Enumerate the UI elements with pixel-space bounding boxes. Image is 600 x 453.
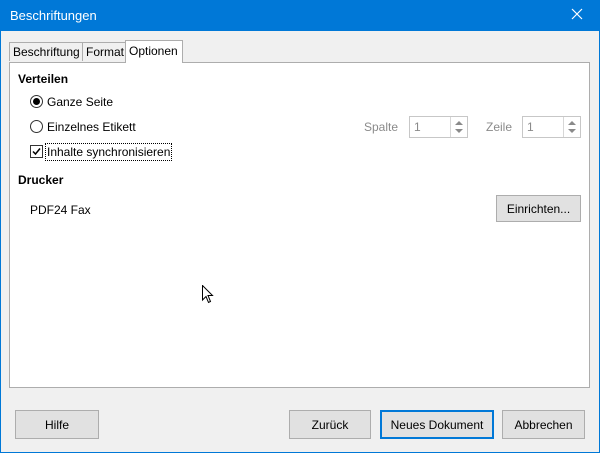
label-einzelnes-etikett: Einzelnes Etikett (47, 120, 136, 134)
section-heading-verteilen: Verteilen (18, 72, 69, 86)
button-label: Neues Dokument (390, 417, 484, 432)
button-label: Abbrechen (514, 417, 573, 432)
close-button[interactable] (554, 0, 600, 31)
label-inhalte-synchronisieren: Inhalte synchronisieren (45, 143, 173, 161)
hilfe-button[interactable]: Hilfe (15, 410, 99, 439)
abbrechen-button[interactable]: Abbrechen (502, 410, 585, 439)
spalte-stepper[interactable]: 1 (409, 116, 468, 138)
radio-ganze-seite[interactable] (30, 95, 43, 108)
tab-format[interactable]: Format (82, 42, 126, 61)
mouse-cursor-icon (202, 284, 214, 307)
spalte-value: 1 (414, 120, 421, 134)
zeile-arrows[interactable] (563, 117, 580, 137)
radio-einzelnes-etikett[interactable] (30, 120, 43, 133)
section-heading-drucker: Drucker (18, 173, 64, 187)
button-label: Hilfe (44, 417, 69, 432)
label-zeile: Zeile (486, 120, 513, 134)
zeile-stepper[interactable]: 1 (522, 116, 581, 138)
button-label: Einrichten... (506, 201, 571, 216)
tab-label: Optionen (129, 44, 178, 58)
spin-down-icon (568, 129, 576, 133)
neues-dokument-button[interactable]: Neues Dokument (380, 410, 494, 439)
tab-label: Format (86, 45, 125, 59)
options-panel (9, 62, 590, 388)
tab-optionen[interactable]: Optionen (125, 40, 183, 63)
label-spalte: Spalte (364, 120, 399, 134)
title-bar: Beschriftungen (0, 0, 600, 31)
window-title: Beschriftungen (10, 8, 97, 23)
tab-label: Beschriftung (13, 45, 80, 59)
printer-name: PDF24 Fax (30, 203, 91, 217)
zeile-value: 1 (527, 120, 534, 134)
zurueck-button[interactable]: Zurück (289, 410, 371, 439)
spin-up-icon (568, 121, 576, 125)
spin-down-icon (455, 129, 463, 133)
spalte-arrows[interactable] (450, 117, 467, 137)
label-ganze-seite: Ganze Seite (47, 95, 114, 109)
button-label: Zurück (311, 417, 349, 432)
spin-up-icon (455, 121, 463, 125)
tab-beschriftung[interactable]: Beschriftung (9, 42, 83, 61)
checkbox-inhalte-synchronisieren[interactable] (30, 145, 43, 158)
einrichten-button[interactable]: Einrichten... (496, 195, 581, 222)
close-icon (571, 8, 583, 23)
